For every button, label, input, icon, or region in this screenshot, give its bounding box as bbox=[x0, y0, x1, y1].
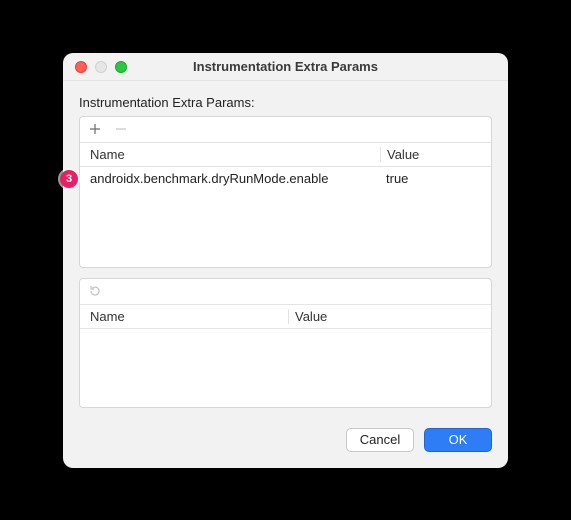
dialog-buttons: Cancel OK bbox=[79, 428, 492, 452]
minimize-icon bbox=[95, 61, 107, 73]
params-panel-bottom: Name Value bbox=[79, 278, 492, 408]
window-title: Instrumentation Extra Params bbox=[63, 59, 508, 74]
params-panel-top: 3 Name Value androidx.benchmark.dryRunMo… bbox=[79, 116, 492, 268]
window-controls bbox=[75, 61, 127, 73]
cell-name[interactable]: androidx.benchmark.dryRunMode.enable bbox=[80, 171, 380, 186]
ok-button[interactable]: OK bbox=[424, 428, 492, 452]
step-badge: 3 bbox=[60, 170, 78, 188]
table-row[interactable]: androidx.benchmark.dryRunMode.enable tru… bbox=[80, 167, 491, 191]
remove-icon[interactable] bbox=[114, 122, 128, 136]
zoom-icon[interactable] bbox=[115, 61, 127, 73]
revert-icon[interactable] bbox=[88, 284, 102, 298]
table-body-top: androidx.benchmark.dryRunMode.enable tru… bbox=[80, 167, 491, 267]
close-icon[interactable] bbox=[75, 61, 87, 73]
table-header-top: Name Value bbox=[80, 143, 491, 167]
section-label: Instrumentation Extra Params: bbox=[79, 95, 492, 110]
add-icon[interactable] bbox=[88, 122, 102, 136]
column-header-value[interactable]: Value bbox=[288, 309, 491, 324]
dialog-content: Instrumentation Extra Params: 3 Name Val… bbox=[63, 81, 508, 468]
cancel-button[interactable]: Cancel bbox=[346, 428, 414, 452]
cell-value[interactable]: true bbox=[380, 171, 491, 186]
column-header-name[interactable]: Name bbox=[80, 309, 288, 324]
toolbar-bottom bbox=[80, 279, 491, 305]
column-header-name[interactable]: Name bbox=[80, 147, 380, 162]
titlebar: Instrumentation Extra Params bbox=[63, 53, 508, 81]
toolbar-top bbox=[80, 117, 491, 143]
table-body-bottom bbox=[80, 329, 491, 407]
table-header-bottom: Name Value bbox=[80, 305, 491, 329]
column-header-value[interactable]: Value bbox=[380, 147, 491, 162]
dialog-window: Instrumentation Extra Params Instrumenta… bbox=[63, 53, 508, 468]
